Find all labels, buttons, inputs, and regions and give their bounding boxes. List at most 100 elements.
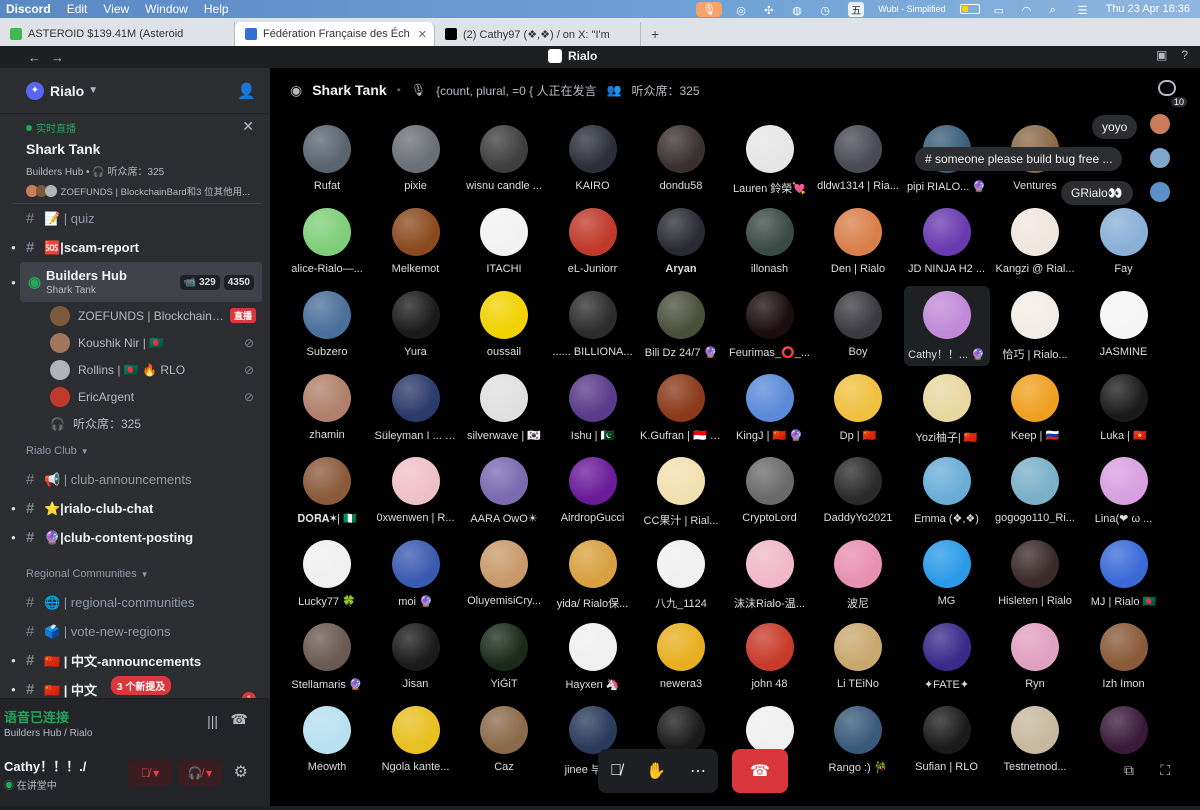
voice-connected-sub[interactable]: Builders Hub / Rialo [4, 728, 270, 739]
menu-window[interactable]: Window [145, 2, 188, 16]
participant-tile[interactable]: MJ | Rialo 🇧🇩 [1081, 535, 1165, 615]
channel-scam-report[interactable]: ● # 🆘|scam-report [0, 233, 270, 262]
participant-tile[interactable]: alice-Rialo—... [284, 203, 370, 283]
participant-tile[interactable]: ITACHI [461, 203, 547, 283]
voice-channel-builders-hub[interactable]: ● ◉ Builders Hub Shark Tank 📹 329 4350 [11, 262, 262, 302]
channel-regional-communities[interactable]: # 🌐 | regional-communities [0, 588, 270, 617]
participant-tile[interactable]: Cathy！！... 🔮 [903, 286, 990, 366]
participant-tile[interactable]: Süleyman I ... 🔮 [373, 369, 459, 449]
participant-tile[interactable]: ...... BILLIONA... [550, 286, 636, 366]
participant-tile[interactable]: Li TEiNo [815, 618, 901, 698]
invite-icon[interactable]: 👤 [237, 82, 256, 100]
voice-user[interactable]: Koushik Nir | 🇧🇩 ⊘ [0, 329, 270, 356]
participant-tile[interactable]: Boy [815, 286, 901, 366]
participant-tile[interactable]: YiĞiT [461, 618, 547, 698]
menu-app-name[interactable]: Discord [6, 2, 51, 16]
mute-mic-button[interactable]: 🎙̸ ▾ [128, 760, 172, 786]
nav-arrows[interactable]: ←→ [28, 50, 74, 65]
control-center-icon[interactable]: ☰ [1078, 4, 1092, 17]
chat-message-bubble[interactable]: GRialo👀 [1061, 181, 1133, 205]
participant-tile[interactable]: Lauren 鈴榮💘 [727, 120, 813, 200]
ime-indicator[interactable]: 五 [848, 1, 865, 17]
more-icon[interactable]: ⋯ [690, 761, 706, 781]
participant-tile[interactable]: Rufat [284, 120, 370, 200]
participant-tile[interactable]: 沫沫Rialo-温... [727, 535, 813, 615]
menu-edit[interactable]: Edit [67, 2, 88, 16]
participant-tile[interactable]: AirdropGucci [550, 452, 636, 532]
close-tab-icon[interactable]: ✕ [418, 28, 427, 41]
signal-icon[interactable]: ||| [207, 713, 218, 729]
channel-vote-new-regions[interactable]: # 🗳️ | vote-new-regions [0, 617, 270, 646]
participant-tile[interactable]: ✦FATE✦ [904, 618, 990, 698]
category-rialo-club[interactable]: Rialo Club ▼ [0, 437, 270, 465]
participant-tile[interactable]: 恰巧 | Rialo... [992, 286, 1078, 366]
close-icon[interactable]: ✕ [242, 118, 254, 135]
browser-tab[interactable]: ASTEROID $139.41M (Asteroid [0, 22, 235, 46]
participant-tile[interactable]: Bili Dz 24/7 🔮 [638, 286, 724, 366]
live-stage-card[interactable]: 实时直播 ✕ Shark Tank Builders Hub • 🎧 听众席：3… [14, 114, 262, 204]
listeners-row[interactable]: 🎧 听众席：325 [0, 410, 270, 437]
disconnect-icon[interactable]: ☎ [231, 711, 248, 728]
participant-tile[interactable]: 0xwenwen | R... [373, 452, 459, 532]
participant-tile[interactable]: Lina(❤ ω ... [1081, 452, 1165, 532]
participant-tile[interactable]: Keep | 🇷🇺 [992, 369, 1078, 449]
category-regional[interactable]: Regional Communities ▼ [0, 560, 270, 588]
participant-tile[interactable]: oussail [461, 286, 547, 366]
participant-tile[interactable]: DaddyYo2021 [815, 452, 901, 532]
participant-tile[interactable]: Hayxen 🦄 [550, 618, 636, 698]
participant-tile[interactable]: silverwave | 🇰🇷 [461, 369, 547, 449]
participant-tile[interactable]: Rango :) 🎋 [815, 701, 901, 781]
participant-tile[interactable]: Stellamaris 🔮 [284, 618, 370, 698]
participant-tile[interactable]: KAIRO [550, 120, 636, 200]
participant-tile[interactable]: Ngola kante... [373, 701, 459, 781]
participant-tile[interactable]: MG [904, 535, 990, 615]
new-mentions-pill[interactable]: 3 个新提及 [111, 676, 172, 695]
participant-tile[interactable]: Yura [373, 286, 459, 366]
participant-tile[interactable]: AARA OwO☀ [461, 452, 547, 532]
mic-off-icon[interactable]: 🎙̸ [610, 762, 622, 780]
ime-label[interactable]: Wubi - Simplified [878, 4, 945, 14]
participant-tile[interactable]: pixie [373, 120, 459, 200]
participant-tile[interactable]: Caz [461, 701, 547, 781]
participant-tile[interactable]: Aryan [638, 203, 724, 283]
wechat-icon[interactable]: ◎ [736, 4, 750, 17]
channel-quiz[interactable]: # 📝 | quiz [0, 204, 270, 233]
server-header[interactable]: ✦ Rialo ▼ 👤 [0, 68, 270, 114]
fan-icon[interactable]: ✣ [764, 4, 778, 17]
chat-icon[interactable]: ◍ [792, 4, 806, 17]
participant-tile[interactable]: Emma (❖,❖) [904, 452, 990, 532]
participant-tile[interactable]: zhamin [284, 369, 370, 449]
menu-datetime[interactable]: Thu 23 Apr 18:36 [1106, 3, 1190, 15]
participant-tile[interactable]: Hisleten | Rialo [992, 535, 1078, 615]
participant-tile[interactable]: JD NINJA H2 ... [904, 203, 990, 283]
participant-tile[interactable]: newera3 [638, 618, 724, 698]
participant-tile[interactable]: illonash [727, 203, 813, 283]
participant-tile[interactable]: Kangzi @ Rial... [992, 203, 1078, 283]
chat-toggle-button[interactable]: 10 [1158, 80, 1188, 108]
participant-tile[interactable]: Testnetnod... [992, 701, 1078, 781]
deafen-button[interactable]: 🎧̸ ▾ [178, 760, 222, 786]
participant-tile[interactable]: KingJ | 🇨🇳 🔮 [727, 369, 813, 449]
participant-tile[interactable]: dondu58 [638, 120, 724, 200]
participant-tile[interactable]: dldw1314 | Ria... [815, 120, 901, 200]
browser-tab-active[interactable]: Fédération Française des Éch ✕ [235, 22, 435, 46]
clock-icon[interactable]: ◷ [820, 4, 834, 17]
participant-tile[interactable]: Subzero [284, 286, 370, 366]
raise-hand-icon[interactable]: ✋ [646, 761, 666, 781]
voice-user[interactable]: ZOEFUNDS | BlockchainB... 直播 [0, 302, 270, 329]
participant-tile[interactable]: Fay [1081, 203, 1165, 283]
participant-tile[interactable]: 八九_1124 [638, 535, 724, 615]
spotlight-icon[interactable]: ⌕ [1050, 4, 1064, 16]
participant-tile[interactable]: Meowth [284, 701, 370, 781]
participant-tile[interactable]: 𝐃𝐎𝐑𝐀✶| 🇳🇬 [284, 452, 370, 532]
participant-tile[interactable]: JASMINE [1081, 286, 1165, 366]
participant-tile[interactable]: Jisan [373, 618, 459, 698]
menu-view[interactable]: View [103, 2, 129, 16]
participant-tile[interactable]: Melkemot [373, 203, 459, 283]
participant-tile[interactable]: eL-Juniorr [550, 203, 636, 283]
participant-tile[interactable]: moi 🔮 [373, 535, 459, 615]
participant-tile[interactable]: yida/ Rialo保... [550, 535, 636, 615]
channel-rialo-club-chat[interactable]: ● # ⭐|rialo-club-chat [0, 494, 270, 523]
browser-tab[interactable]: (2) Cathy97 (❖,❖) / on X: "I'm [435, 22, 641, 46]
wifi-icon[interactable]: ◠ [1022, 4, 1036, 17]
